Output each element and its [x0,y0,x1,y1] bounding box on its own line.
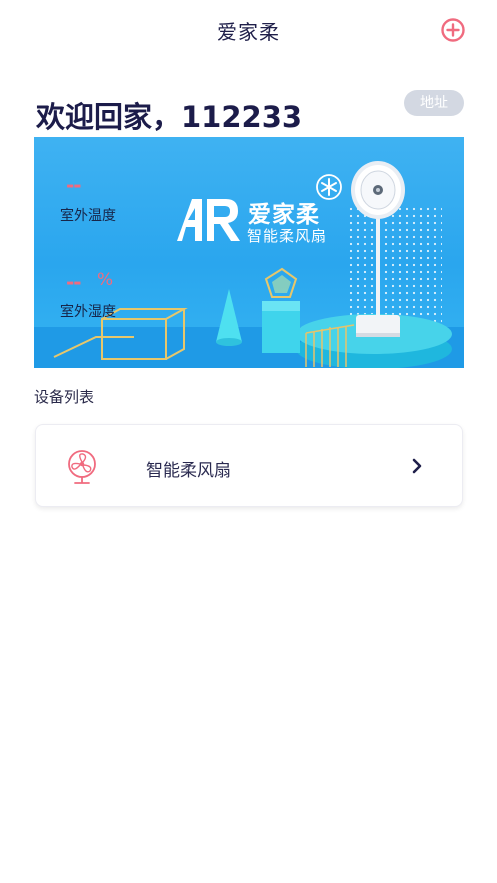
outdoor-temperature-label: 室外温度 [60,208,116,224]
home-banner: -- 室外温度 -- % 室外湿度 爱家柔 智能柔风扇 [34,137,464,368]
address-button[interactable]: 地址 [404,90,464,116]
outdoor-humidity-value: -- [66,270,82,294]
device-list-title: 设备列表 [34,388,95,406]
outdoor-temperature-value: -- [66,173,82,197]
snowflake-icon [316,174,342,200]
fan-icon [68,450,96,484]
outdoor-humidity-label: 室外湿度 [60,304,116,320]
brand-subtitle: 智能柔风扇 [247,227,328,245]
app-header: 爱家柔 [0,0,497,60]
chevron-right-icon [412,458,422,474]
add-device-icon[interactable] [440,17,466,43]
humidity-unit: % [97,270,114,290]
brand-name: 爱家柔 [248,202,320,228]
banner-scene [34,161,464,368]
device-card-smart-fan[interactable]: 智能柔风扇 [35,424,463,507]
brand-logo-icon [177,199,240,241]
welcome-text: 欢迎回家，112233 [36,100,303,134]
app-title: 爱家柔 [217,20,280,44]
device-name: 智能柔风扇 [146,461,231,481]
